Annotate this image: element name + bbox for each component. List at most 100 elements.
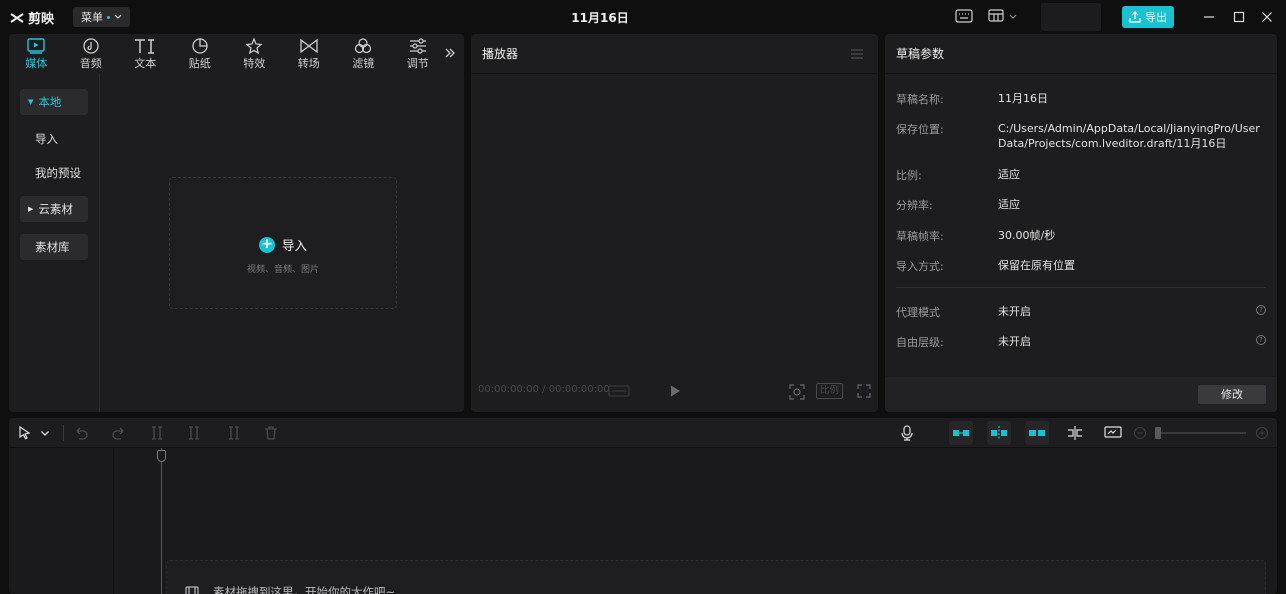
import-label: 导入 xyxy=(281,238,307,253)
play-icon[interactable] xyxy=(669,384,681,398)
project-title: 11月16日 xyxy=(571,11,629,25)
user-account[interactable] xyxy=(1041,3,1101,31)
linkage-toggle[interactable] xyxy=(1025,421,1049,445)
media-sidebar: ▼ 本地 导入 我的预设 ▶ 云素材 素材库 xyxy=(9,74,100,412)
preview-axis-icon[interactable] xyxy=(1066,425,1084,441)
trash-icon[interactable] xyxy=(263,425,279,441)
tab-transition[interactable]: 转场 xyxy=(282,34,337,74)
help-icon[interactable]: ? xyxy=(1256,335,1266,345)
sidebar-item-local[interactable]: ▼ 本地 xyxy=(20,89,88,115)
select-cursor-icon[interactable] xyxy=(17,425,33,441)
param-value: 适应 xyxy=(998,198,1020,211)
tab-label: 滤镜 xyxy=(352,56,375,70)
sidebar-item-material-library[interactable]: 素材库 xyxy=(20,234,88,260)
playhead-handle[interactable] xyxy=(157,450,166,462)
sidebar-item-label: 我的预设 xyxy=(35,166,81,180)
param-value: 未开启 xyxy=(998,335,1031,348)
more-tabs-icon[interactable] xyxy=(444,47,456,59)
sidebar-item-cloud-material[interactable]: ▶ 云素材 xyxy=(20,196,88,222)
import-hint: 视频、音频、图片 xyxy=(246,265,319,275)
tab-audio[interactable]: 音频 xyxy=(64,34,119,74)
export-label: 导出 xyxy=(1145,11,1167,24)
maximize-icon[interactable] xyxy=(1233,10,1245,24)
text-icon xyxy=(135,38,155,54)
caret-down-icon: ▼ xyxy=(28,98,34,106)
tab-label: 媒体 xyxy=(25,56,48,70)
media-icon xyxy=(27,37,45,54)
media-panel: 媒体 音频 文本 贴纸 特效 转场 滤镜 调节 ▼ 本地 导入 我的预设 ▶ 云… xyxy=(9,34,464,412)
main-track-magnet-toggle[interactable] xyxy=(949,421,973,445)
zoom-out-icon[interactable] xyxy=(1133,425,1147,441)
fit-screen-icon[interactable] xyxy=(789,384,805,400)
tab-adjust[interactable]: 调节 xyxy=(391,34,446,74)
link-icon xyxy=(1029,430,1045,436)
magnet-link-icon xyxy=(953,430,969,436)
toolbar-divider xyxy=(63,425,64,441)
caret-right-icon: ▶ xyxy=(28,205,34,213)
track-headers xyxy=(9,448,114,594)
layout-icon[interactable] xyxy=(988,9,1018,23)
params-header: 草稿参数 xyxy=(885,34,1277,74)
timeline-toolbar xyxy=(9,418,1277,448)
param-value: 适应 xyxy=(998,168,1020,181)
delete-right-icon[interactable] xyxy=(225,425,241,441)
tab-text[interactable]: 文本 xyxy=(118,34,173,74)
export-button[interactable]: 导出 xyxy=(1122,6,1174,28)
player-header: 播放器 xyxy=(471,34,878,74)
snap-icon xyxy=(991,426,1007,440)
tab-effects[interactable]: 特效 xyxy=(227,34,282,74)
tab-label: 转场 xyxy=(297,56,320,70)
fullscreen-icon[interactable] xyxy=(857,384,871,398)
sidebar-item-my-presets[interactable]: 我的预设 xyxy=(27,160,95,186)
timeline-tracks[interactable]: 素材拖拽到这里，开始你的大作吧~ xyxy=(9,448,1277,594)
tab-label: 文本 xyxy=(134,56,157,70)
sidebar-item-label: 云素材 xyxy=(38,202,73,216)
playhead-line[interactable] xyxy=(161,448,162,594)
zoom-slider-track[interactable] xyxy=(1156,432,1246,434)
param-value: 未开启 xyxy=(998,305,1031,318)
plus-icon: + xyxy=(258,236,275,253)
sidebar-item-label: 导入 xyxy=(35,132,58,146)
player-panel: 播放器 00:00:00:00 / 00:00:00:00 比例 xyxy=(471,34,878,412)
zoom-in-icon[interactable] xyxy=(1255,425,1269,441)
delete-left-icon[interactable] xyxy=(187,425,203,441)
player-viewport[interactable] xyxy=(471,74,878,372)
split-icon[interactable] xyxy=(149,425,165,441)
timecode: 00:00:00:00 / 00:00:00:00 xyxy=(478,384,610,395)
auto-snap-toggle[interactable] xyxy=(987,421,1011,445)
player-controls: 00:00:00:00 / 00:00:00:00 比例 xyxy=(471,372,878,412)
drop-hint-text: 素材拖拽到这里，开始你的大作吧~ xyxy=(213,585,396,594)
import-drop-area[interactable]: + 导入 视频、音频、图片 xyxy=(169,177,397,309)
tab-filter[interactable]: 滤镜 xyxy=(336,34,391,74)
draft-params-panel: 草稿参数 草稿名称: 11月16日 保存位置: C:/Users/Admin/A… xyxy=(885,34,1277,412)
sidebar-item-import[interactable]: 导入 xyxy=(27,126,95,152)
help-icon[interactable]: ? xyxy=(1256,305,1266,315)
adjust-icon xyxy=(409,37,426,54)
tab-label: 音频 xyxy=(79,56,102,70)
main-track-drop-zone[interactable]: 素材拖拽到这里，开始你的大作吧~ xyxy=(166,560,1266,594)
chevron-down-icon[interactable] xyxy=(40,425,50,441)
redo-icon[interactable] xyxy=(111,425,127,441)
tab-sticker[interactable]: 贴纸 xyxy=(173,34,228,74)
microphone-icon[interactable] xyxy=(900,425,914,441)
media-tabs: 媒体 音频 文本 贴纸 特效 转场 滤镜 调节 xyxy=(9,34,464,74)
import-button[interactable]: + 导入 xyxy=(170,235,396,254)
timecode-format-icon[interactable] xyxy=(608,384,630,398)
hamburger-menu-icon[interactable] xyxy=(850,48,864,60)
zoom-slider-handle[interactable] xyxy=(1155,427,1161,439)
full-track-preview-icon[interactable] xyxy=(1104,425,1122,441)
minimize-icon[interactable] xyxy=(1203,10,1215,24)
close-icon[interactable] xyxy=(1261,10,1273,24)
param-value: 11月16日 xyxy=(998,92,1048,105)
param-key: 比例: xyxy=(896,169,922,182)
aspect-ratio-button[interactable]: 比例 xyxy=(816,383,844,399)
undo-icon[interactable] xyxy=(73,425,89,441)
film-icon xyxy=(185,586,199,594)
sidebar-item-label: 素材库 xyxy=(35,240,70,254)
title-bar: 剪映 菜单 11月16日 导出 xyxy=(0,0,1286,34)
keyboard-shortcuts-icon[interactable] xyxy=(955,9,973,23)
modify-button[interactable]: 修改 xyxy=(1198,385,1266,404)
tab-label: 贴纸 xyxy=(188,56,211,70)
param-key: 保存位置: xyxy=(896,123,944,136)
tab-media[interactable]: 媒体 xyxy=(9,34,64,74)
